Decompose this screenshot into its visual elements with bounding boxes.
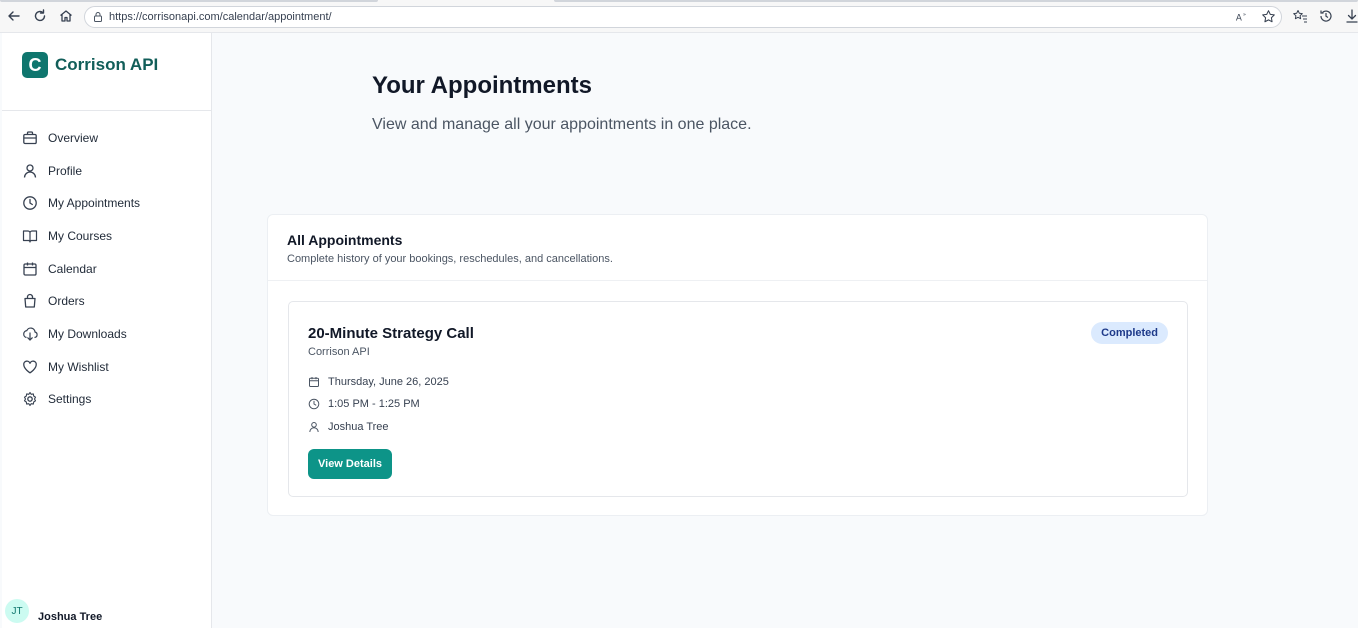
sidebar-item-label: Overview	[48, 131, 99, 145]
appointment-time-text: 1:05 PM - 1:25 PM	[328, 398, 420, 410]
tab-strip-edge	[0, 0, 1358, 3]
browser-toolbar: https://corrisonapi.com/calendar/appoint…	[0, 0, 1358, 33]
sidebar-item-label: My Appointments	[48, 196, 141, 210]
appointment-organization: Corrison API	[308, 346, 370, 358]
cloud-download-icon	[23, 327, 38, 341]
lock-icon[interactable]	[92, 11, 104, 23]
card-divider	[268, 280, 1207, 281]
logo-mark: C	[22, 52, 48, 78]
sidebar-item-orders[interactable]: Orders	[22, 289, 85, 313]
view-details-button[interactable]: View Details	[308, 449, 392, 479]
page-subtitle: View and manage all your appointments in…	[372, 116, 752, 133]
brand-logo[interactable]: C Corrison API	[22, 52, 158, 78]
appointment-date-text: Thursday, June 26, 2025	[328, 376, 449, 388]
appointment-person-text: Joshua Tree	[328, 421, 389, 433]
logo-text: Corrison API	[55, 55, 159, 74]
appointment-time: 1:05 PM - 1:25 PM	[308, 396, 420, 412]
sidebar-divider	[2, 110, 211, 111]
appointment-person: Joshua Tree	[308, 419, 389, 435]
book-icon	[22, 230, 38, 243]
sidebar-item-overview[interactable]: Overview	[22, 126, 98, 150]
sidebar-item-profile[interactable]: Profile	[22, 159, 82, 183]
sidebar-item-label: Calendar	[48, 262, 97, 276]
card-subtitle: Complete history of your bookings, resch…	[287, 253, 613, 265]
heart-icon	[23, 360, 37, 374]
history-icon[interactable]	[1318, 8, 1334, 24]
tab-edge-right	[554, 0, 1358, 2]
appointment-title: 20-Minute Strategy Call	[308, 325, 474, 342]
appointment-item: 20-Minute Strategy Call Corrison API Com…	[288, 301, 1188, 497]
sidebar-item-my-wishlist[interactable]: My Wishlist	[22, 355, 109, 379]
address-bar[interactable]: https://corrisonapi.com/calendar/appoint…	[84, 6, 1282, 28]
home-icon[interactable]	[58, 8, 74, 24]
avatar: JT	[5, 599, 29, 623]
sidebar-item-label: Orders	[48, 294, 85, 308]
briefcase-icon	[23, 131, 37, 145]
user-name: Joshua Tree	[38, 611, 103, 623]
user-profile[interactable]: JT Joshua Tree	[2, 598, 212, 628]
clock-icon	[23, 196, 37, 210]
sidebar-item-my-downloads[interactable]: My Downloads	[22, 322, 127, 346]
refresh-icon[interactable]	[32, 8, 48, 24]
calendar-icon	[309, 377, 319, 388]
card-title: All Appointments	[287, 232, 403, 248]
sidebar-item-label: My Wishlist	[48, 360, 109, 374]
svg-text:»: »	[1243, 12, 1246, 18]
page-title: Your Appointments	[372, 72, 592, 99]
status-badge: Completed	[1091, 322, 1168, 344]
read-aloud-icon[interactable]: A»	[1235, 10, 1249, 24]
svg-text:A: A	[1236, 14, 1242, 24]
star-icon[interactable]	[1261, 9, 1276, 24]
gear-icon	[23, 391, 37, 407]
back-arrow-icon[interactable]	[6, 8, 22, 24]
sidebar-item-settings[interactable]: Settings	[22, 387, 91, 411]
calendar-icon	[23, 262, 37, 276]
appointments-card: All Appointments Complete history of you…	[267, 214, 1208, 516]
favorites-icon[interactable]	[1292, 8, 1308, 24]
sidebar-item-label: Profile	[48, 164, 83, 178]
user-icon	[23, 164, 37, 178]
sidebar-item-label: My Courses	[48, 229, 113, 243]
url-text: https://corrisonapi.com/calendar/appoint…	[109, 11, 332, 23]
clock-icon	[308, 398, 320, 410]
sidebar-item-label: My Downloads	[48, 327, 127, 341]
sidebar-item-calendar[interactable]: Calendar	[22, 257, 97, 281]
tab-edge-left	[0, 0, 378, 2]
download-icon[interactable]	[1344, 8, 1358, 24]
sidebar-item-my-appointments[interactable]: My Appointments	[22, 191, 140, 215]
sidebar: C Corrison API Overview Profile My Appoi…	[2, 33, 212, 628]
user-icon	[309, 422, 319, 433]
appointment-date: Thursday, June 26, 2025	[308, 374, 449, 390]
sidebar-item-my-courses[interactable]: My Courses	[22, 224, 112, 248]
sidebar-item-label: Settings	[48, 392, 92, 406]
shopping-bag-icon	[24, 293, 36, 308]
